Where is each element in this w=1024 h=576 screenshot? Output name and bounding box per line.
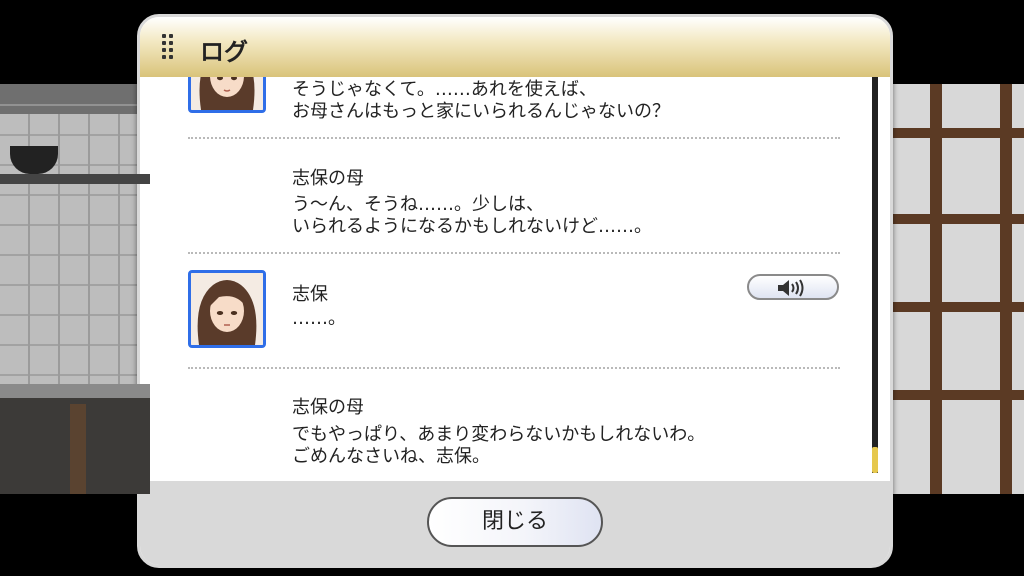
window-frame	[1000, 84, 1012, 494]
log-list[interactable]: そうじゃなくて。……あれを使えば、 お母さんはもっと家にいられるんじゃないの？ …	[140, 77, 890, 481]
voice-replay-button[interactable]	[747, 274, 839, 300]
log-dialog: ログ そうじゃなくて。……あれを使えば、 お母さんはもっと家にいられるんじゃない…	[137, 14, 893, 568]
entry-separator	[188, 137, 840, 139]
dialogue-line: お母さんはもっと家にいられるんじゃないの？	[292, 101, 670, 122]
scrollbar-track[interactable]	[872, 77, 878, 473]
speaker-name: 志保の母	[292, 168, 364, 189]
speaker-name: 志保	[292, 284, 328, 305]
dialogue-line: ……。	[292, 308, 346, 329]
window-frame	[930, 84, 942, 494]
entry-separator	[188, 252, 840, 254]
speaker-icon	[778, 279, 804, 297]
dialog-title: ログ	[200, 38, 248, 66]
dialogue-line: いられるようになるかもしれないけど……。	[292, 216, 652, 237]
dots-grip-icon	[162, 34, 176, 60]
chair	[70, 404, 86, 494]
entry-separator	[188, 367, 840, 369]
kitchen-shelf	[0, 174, 150, 184]
dialogue-line: う～ん、そうね……。少しは、	[292, 194, 544, 215]
close-button[interactable]: 閉じる	[427, 497, 603, 547]
kitchen-counter	[0, 384, 150, 398]
scrollbar-thumb[interactable]	[872, 447, 878, 473]
speaker-name: 志保の母	[292, 397, 364, 418]
window-frame	[880, 302, 1024, 312]
avatar	[188, 270, 266, 348]
avatar	[188, 77, 266, 113]
dialogue-line: そうじゃなくて。……あれを使えば、	[292, 79, 597, 100]
dialogue-line: でもやっぱり、あまり変わらないかもしれないわ。	[292, 424, 706, 445]
window-frame	[880, 390, 1024, 400]
window-frame	[880, 214, 1024, 224]
window-frame	[880, 128, 1024, 138]
dialog-header: ログ	[140, 17, 890, 77]
dialogue-line: ごめんなさいね、志保。	[292, 446, 490, 467]
dialog-footer: 閉じる	[140, 481, 890, 565]
